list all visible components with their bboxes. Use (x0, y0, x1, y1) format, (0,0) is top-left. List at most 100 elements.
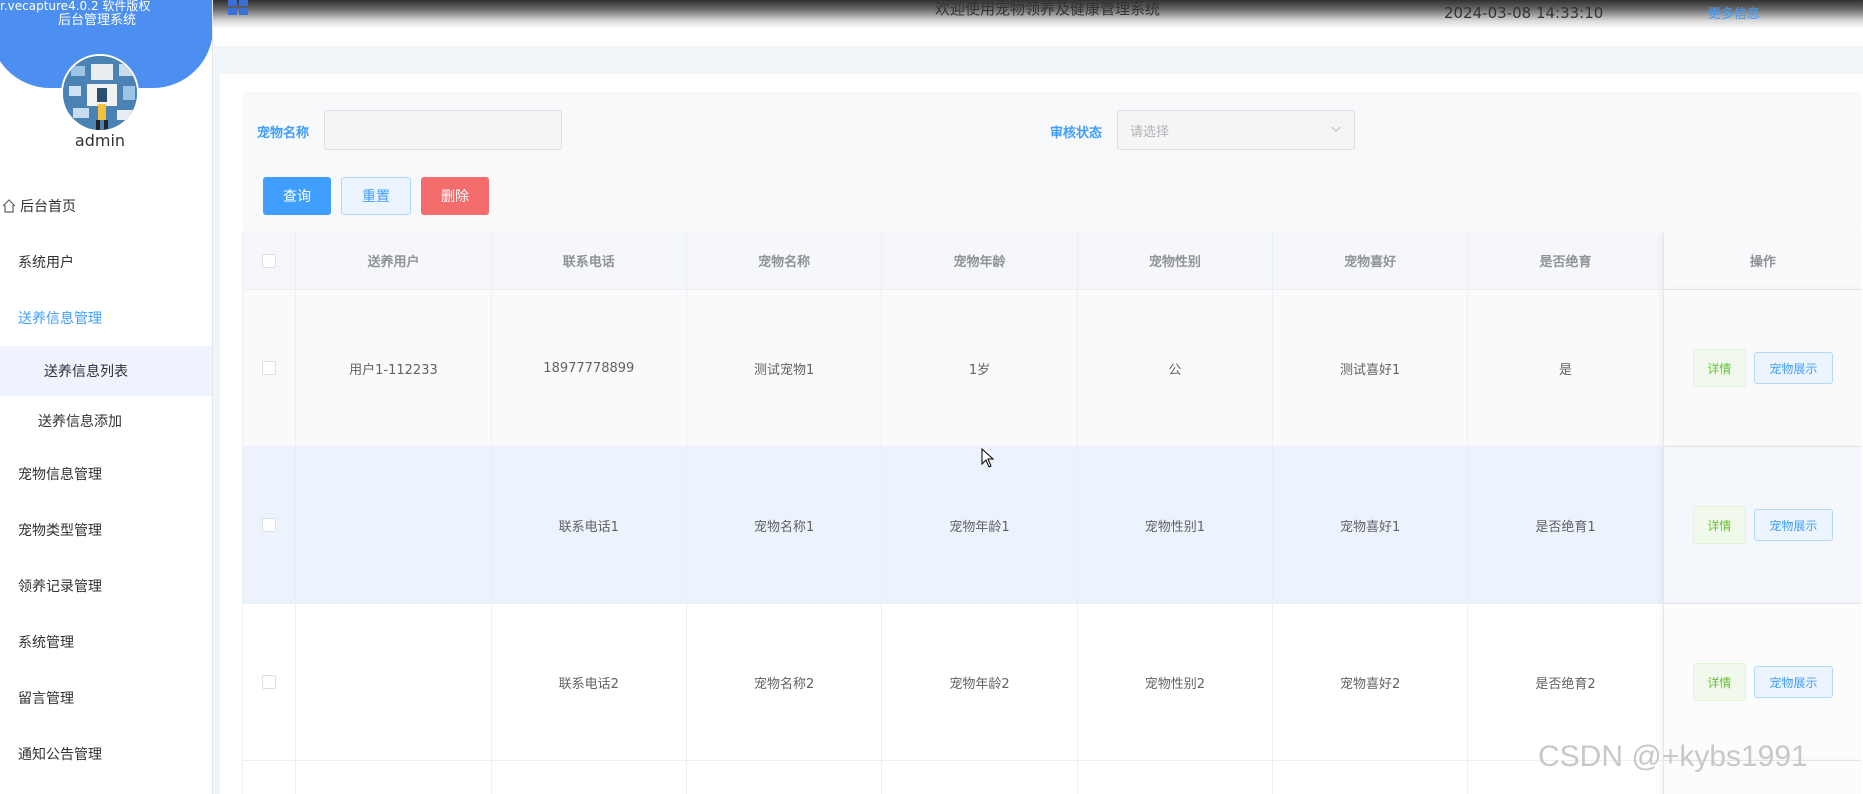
header-cell[interactable]: 联系电话 (492, 232, 687, 289)
detail-button[interactable]: 详情 (1692, 663, 1746, 701)
table-cell: 宠物年龄2 (882, 604, 1078, 760)
delete-button[interactable]: 删除 (421, 177, 489, 215)
row-select-cell (243, 447, 297, 603)
actions-cell: 详情 宠物展示 (1663, 604, 1862, 760)
header-cell[interactable]: 宠物年龄 (882, 232, 1078, 289)
table-cell (1078, 761, 1273, 794)
table-cell (492, 761, 687, 794)
sidebar-item-label: 送养信息添加 (38, 414, 122, 430)
select-all-cell (243, 232, 297, 289)
table-cell: 宠物名称2 (687, 604, 883, 760)
table-cell: 测试宠物1 (687, 290, 883, 446)
row-select-cell (243, 290, 297, 446)
row-select-cell (243, 761, 297, 794)
table-cell: 联系电话2 (492, 604, 687, 760)
table-cell (1273, 761, 1469, 794)
menu-grid-icon[interactable] (228, 0, 250, 16)
sidebar-item-system[interactable]: 系统管理 (0, 614, 212, 670)
sidebar-item-label: 送养信息列表 (44, 364, 128, 380)
table-cell: 宠物名称1 (687, 447, 883, 603)
sidebar-item-label: 留言管理 (18, 691, 74, 707)
sidebar-item-label: 送养信息管理 (18, 311, 102, 327)
sidebar-menu: 后台首页 系统用户 送养信息管理 送养信息列表 送养信息添加 宠物信息管理 宠物… (0, 178, 212, 782)
table-cell (296, 604, 492, 760)
chevron-down-icon (1331, 126, 1341, 132)
sidebar-subtitle: 后台管理系统 (58, 13, 137, 28)
sidebar-item-system-users[interactable]: 系统用户 (0, 234, 212, 290)
table-cell: 公 (1078, 290, 1273, 446)
avatar[interactable] (61, 54, 139, 132)
sidebar-item-home[interactable]: 后台首页 (0, 178, 212, 234)
table-row[interactable]: 联系电话2 宠物名称2 宠物年龄2 宠物性别2 宠物喜好2 是否绝育2 详情 宠… (243, 604, 1862, 761)
sidebar-item-label: 系统管理 (18, 635, 74, 651)
header-cell[interactable]: 宠物喜好 (1273, 232, 1469, 289)
row-checkbox[interactable] (262, 675, 277, 689)
sidebar-item-label: 领养记录管理 (18, 579, 102, 595)
top-bar: 欢迎使用宠物领养及健康管理系统 2024-03-08 14:33:10 更多信息 (213, 0, 1863, 46)
header-cell[interactable]: 送养用户 (296, 232, 492, 289)
sidebar-item-label: 宠物类型管理 (18, 523, 102, 539)
more-info-link[interactable]: 更多信息 (1708, 3, 1760, 22)
header-cell[interactable]: 宠物性别 (1078, 232, 1273, 289)
sidebar-item-adoption-list[interactable]: 送养信息列表 (0, 346, 212, 396)
table-cell (882, 761, 1078, 794)
table-cell (296, 447, 492, 603)
actions-cell: 详情 宠物展示 (1663, 290, 1862, 446)
sidebar-item-label: 后台首页 (20, 199, 76, 215)
sidebar-cap-text: r.vecapture4.0.2 软件版权 (0, 0, 151, 13)
table-cell (296, 761, 492, 794)
table-cell: 宠物年龄1 (882, 447, 1078, 603)
table-header: 送养用户 联系电话 宠物名称 宠物年龄 宠物性别 宠物喜好 是否绝育 操作 (243, 232, 1862, 290)
sidebar-item-label: 通知公告管理 (18, 747, 102, 763)
adoption-table: 送养用户 联系电话 宠物名称 宠物年龄 宠物性别 宠物喜好 是否绝育 操作 用户… (242, 232, 1862, 794)
header-cell[interactable]: 宠物名称 (687, 232, 883, 289)
pet-show-button[interactable]: 宠物展示 (1753, 666, 1833, 698)
select-all-checkbox[interactable] (262, 253, 277, 268)
table-cell: 宠物性别2 (1078, 604, 1273, 760)
table-cell: 宠物喜好2 (1273, 604, 1469, 760)
actions-cell: 详情 宠物展示 (1663, 447, 1862, 603)
sidebar-item-label: 宠物信息管理 (18, 467, 102, 483)
table-cell: 是否绝育1 (1468, 447, 1664, 603)
table-cell: 18977778899 (492, 290, 687, 446)
detail-button[interactable]: 详情 (1692, 506, 1746, 544)
home-icon (2, 199, 16, 213)
sidebar-item-label: 系统用户 (18, 255, 74, 271)
pet-name-label: 宠物名称 (257, 126, 310, 141)
watermark: CSDN @+kybs1991 (1538, 740, 1808, 773)
sidebar-item-adoption-info[interactable]: 送养信息管理 (0, 290, 212, 346)
sidebar-item-pet-types[interactable]: 宠物类型管理 (0, 502, 212, 558)
pet-show-button[interactable]: 宠物展示 (1753, 509, 1833, 541)
header-cell[interactable]: 是否绝育 (1468, 232, 1664, 289)
pet-show-button[interactable]: 宠物展示 (1753, 352, 1833, 384)
sidebar-item-adoption-add[interactable]: 送养信息添加 (0, 396, 212, 446)
reset-button[interactable]: 重置 (341, 177, 411, 215)
row-checkbox[interactable] (262, 361, 277, 375)
table-cell: 测试喜好1 (1273, 290, 1469, 446)
table-cell: 宠物喜好1 (1273, 447, 1469, 603)
table-row[interactable]: 联系电话1 宠物名称1 宠物年龄1 宠物性别1 宠物喜好1 是否绝育1 详情 宠… (243, 447, 1862, 604)
sidebar-item-notices[interactable]: 通知公告管理 (0, 726, 212, 782)
row-checkbox[interactable] (262, 518, 277, 532)
status-select[interactable]: 请选择 (1117, 110, 1355, 150)
row-select-cell (243, 604, 297, 760)
sidebar: r.vecapture4.0.2 软件版权 后台管理系统 admin 后台首页 … (0, 0, 213, 794)
pet-name-input[interactable] (324, 110, 562, 150)
current-datetime: 2024-03-08 14:33:10 (1444, 4, 1604, 22)
status-placeholder: 请选择 (1130, 125, 1170, 140)
sidebar-item-messages[interactable]: 留言管理 (0, 670, 212, 726)
mouse-cursor-icon (981, 448, 995, 468)
table-cell: 是 (1468, 290, 1664, 446)
sidebar-item-adoption-records[interactable]: 领养记录管理 (0, 558, 212, 614)
header-cell-actions: 操作 (1663, 232, 1862, 289)
table-row[interactable]: 用户1-112233 18977778899 测试宠物1 1岁 公 测试喜好1 … (243, 290, 1862, 447)
table-cell: 联系电话1 (492, 447, 687, 603)
table-cell: 1岁 (882, 290, 1078, 446)
query-button[interactable]: 查询 (263, 177, 331, 215)
status-label: 审核状态 (1050, 126, 1103, 141)
table-cell (687, 761, 883, 794)
table-cell: 用户1-112233 (296, 290, 492, 446)
table-cell: 是否绝育2 (1468, 604, 1664, 760)
sidebar-item-pet-info[interactable]: 宠物信息管理 (0, 446, 212, 502)
detail-button[interactable]: 详情 (1692, 349, 1746, 387)
